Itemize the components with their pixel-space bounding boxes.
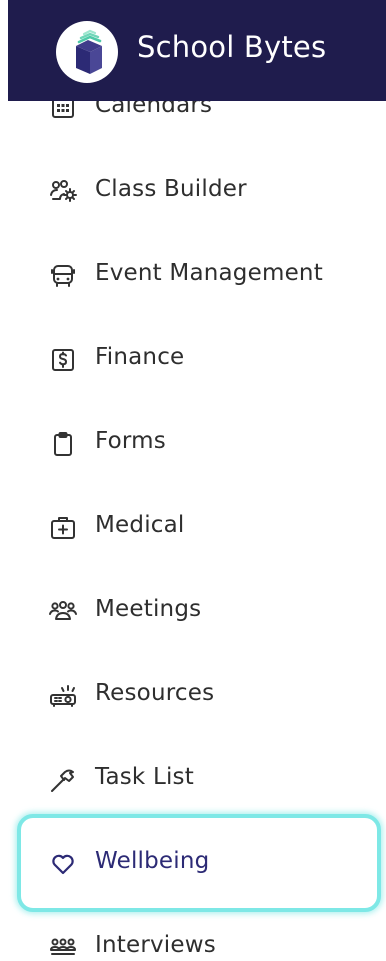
nav-item-class-builder[interactable]: Class Builder	[0, 150, 386, 234]
nav-item-label: Forms	[95, 428, 166, 454]
projector-icon	[48, 681, 78, 711]
nav-item-label: Wellbeing	[95, 848, 210, 874]
clipboard-icon	[48, 429, 78, 459]
class-builder-icon	[48, 177, 78, 207]
nav-item-task-list[interactable]: Task List	[0, 738, 386, 822]
nav-item-finance[interactable]: Finance	[0, 318, 386, 402]
nav-item-label: Meetings	[95, 596, 202, 622]
dollar-icon	[48, 345, 78, 375]
nav-item-interviews[interactable]: Interviews	[0, 906, 386, 961]
people-group-icon	[48, 597, 78, 627]
nav-item-medical[interactable]: Medical	[0, 486, 386, 570]
nav-item-label: Finance	[95, 344, 185, 370]
interview-icon	[48, 933, 78, 961]
sidebar-nav: Calendars Class Builder Event Management…	[0, 0, 386, 961]
medical-kit-icon	[48, 513, 78, 543]
nav-item-label: Event Management	[95, 260, 323, 286]
bus-icon	[48, 261, 78, 291]
nav-item-forms[interactable]: Forms	[0, 402, 386, 486]
nav-item-resources[interactable]: Resources	[0, 654, 386, 738]
nav-item-label: Class Builder	[95, 176, 247, 202]
app-header: School Bytes	[8, 0, 386, 101]
brand-name: School Bytes	[137, 30, 327, 64]
nav-item-label: Resources	[95, 680, 215, 706]
app-screen: Calendars Class Builder Event Management…	[0, 0, 386, 961]
school-bytes-logo-icon[interactable]	[56, 21, 118, 83]
nav-item-event-management[interactable]: Event Management	[0, 234, 386, 318]
nav-item-label: Task List	[95, 764, 194, 790]
nav-item-meetings[interactable]: Meetings	[0, 570, 386, 654]
heart-icon	[48, 849, 78, 879]
hammer-icon	[48, 765, 78, 795]
nav-item-wellbeing[interactable]: Wellbeing	[0, 822, 386, 906]
nav-item-label: Interviews	[95, 932, 216, 958]
nav-item-label: Medical	[95, 512, 185, 538]
